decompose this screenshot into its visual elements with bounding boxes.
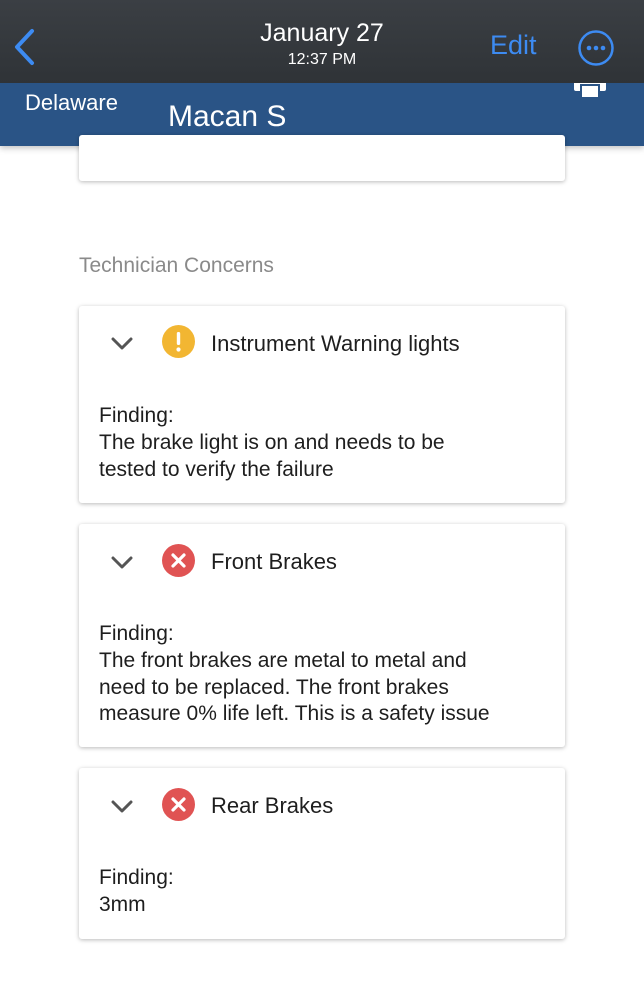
more-options-icon[interactable] xyxy=(577,29,615,67)
nav-time: 12:37 PM xyxy=(287,51,357,68)
finding-line: need to be replaced. The front brakes xyxy=(99,675,449,699)
finding-line: The front brakes are metal to metal and xyxy=(99,649,467,672)
nav-bar: January 27 12:37 PM Edit xyxy=(0,0,644,83)
concern-title: Rear Brakes xyxy=(211,793,334,818)
chevron-down-icon[interactable] xyxy=(110,336,134,352)
finding-label: Finding: xyxy=(99,404,174,427)
finding-line: 3mm xyxy=(99,893,146,916)
vehicle-title-line2: Macan S xyxy=(168,100,287,133)
error-x-icon xyxy=(162,788,195,821)
finding-line: The brake light is on and needs to be xyxy=(99,431,445,454)
finding-text: The brake light is on and needs to be te… xyxy=(99,430,549,483)
finding-label: Finding: xyxy=(99,622,174,645)
finding-label: Finding: xyxy=(99,866,174,889)
warning-icon xyxy=(162,325,195,358)
previous-card xyxy=(79,135,565,181)
chevron-down-icon[interactable] xyxy=(110,799,134,815)
finding-line: measure 0% life left. This is a safety i… xyxy=(99,702,490,725)
finding-text: The front brakes are metal to metal and … xyxy=(99,648,549,728)
finding-line: tested to verify the failure xyxy=(99,457,334,481)
finding-text: 3mm xyxy=(99,892,549,919)
edit-button[interactable]: Edit xyxy=(490,30,537,61)
section-title: Technician Concerns xyxy=(79,254,274,277)
concern-title: Front Brakes xyxy=(211,549,337,574)
nav-date: January 27 xyxy=(260,19,384,47)
shop-name-line2: Delaware xyxy=(25,90,118,115)
concern-title: Instrument Warning lights xyxy=(211,331,460,356)
chevron-down-icon[interactable] xyxy=(110,555,134,571)
error-x-icon xyxy=(162,544,195,577)
